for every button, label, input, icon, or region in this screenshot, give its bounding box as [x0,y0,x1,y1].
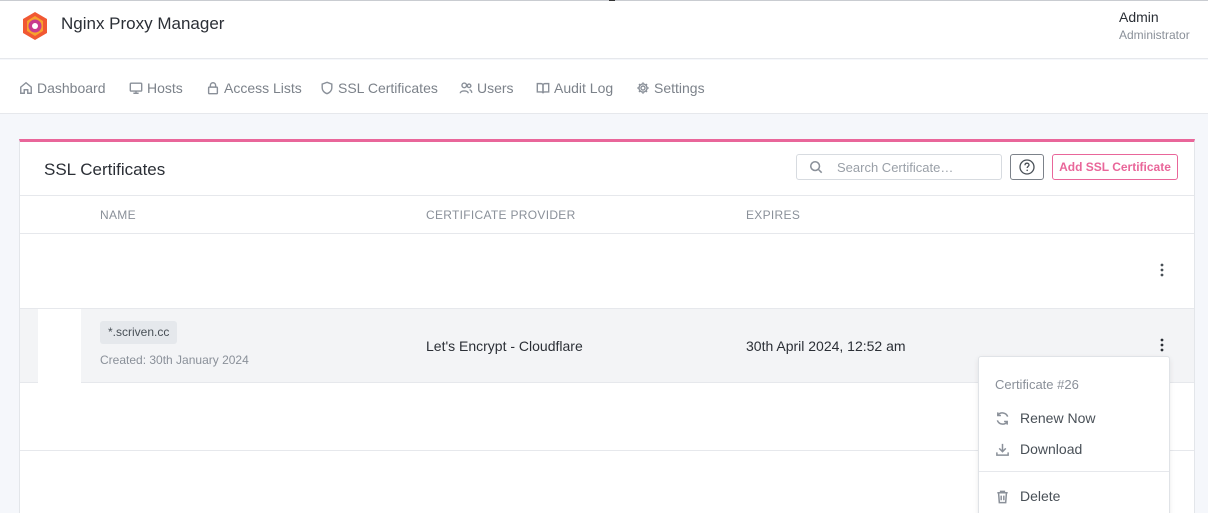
more-vertical-icon [1160,338,1164,352]
gear-icon [637,82,649,94]
main-nav: Dashboard Hosts Access Lists SSL Certifi… [0,60,1208,114]
nav-item-label: Hosts [147,80,183,96]
nav-item-access-lists[interactable]: Access Lists [206,78,302,98]
book-icon [536,82,550,94]
menu-header: Certificate #26 [995,377,1079,392]
nav-item-label: Audit Log [554,80,614,96]
nav-item-label: Users [477,80,514,96]
menu-item-label: Renew Now [1020,410,1096,426]
menu-item-delete[interactable]: Delete [995,486,1060,506]
app-title[interactable]: Nginx Proxy Manager [61,14,224,34]
nav-item-dashboard[interactable]: Dashboard [19,78,106,98]
shield-icon [321,81,333,95]
nav-item-hosts[interactable]: Hosts [129,78,183,98]
column-header-expires[interactable]: EXPIRES [746,208,800,222]
search-input[interactable] [837,159,997,175]
row-avatar-column [38,309,81,383]
menu-item-renew-now[interactable]: Renew Now [995,408,1095,428]
search-icon [809,160,823,174]
column-header-provider[interactable]: CERTIFICATE PROVIDER [426,208,576,222]
search-box[interactable] [796,154,1002,180]
nav-item-label: Settings [654,80,705,96]
menu-item-label: Delete [1020,488,1061,504]
help-icon [1019,159,1035,175]
home-icon [20,81,32,94]
nav-item-settings[interactable]: Settings [636,78,705,98]
row-menu-button[interactable] [1154,262,1170,278]
domain-tag: *.scriven.cc [100,321,178,344]
certificate-provider: Let's Encrypt - Cloudflare [426,338,583,354]
nav-item-label: Dashboard [37,80,106,96]
expiry-date: 30th April 2024, 12:52 am [746,338,906,354]
app-header: Nginx Proxy Manager Admin Administrator [0,1,1208,59]
table-header: NAME CERTIFICATE PROVIDER EXPIRES [20,195,1194,234]
user-name[interactable]: Admin [1119,9,1159,25]
row-menu-button[interactable] [1154,337,1170,353]
certificate-actions-menu: Certificate #26 Renew Now Download Delet… [978,356,1170,513]
monitor-icon [129,82,143,94]
nav-item-users[interactable]: Users [459,78,514,98]
app-logo-icon[interactable] [21,11,49,41]
lock-icon [207,82,219,95]
table-row [20,234,1194,309]
user-role: Administrator [1119,28,1190,42]
page-title: SSL Certificates [44,160,166,179]
more-vertical-icon [1160,263,1164,277]
menu-divider [979,471,1169,472]
menu-item-download[interactable]: Download [995,439,1082,459]
menu-item-label: Download [1020,441,1083,457]
created-date: Created: 30th January 2024 [100,353,249,367]
nav-item-label: Access Lists [224,80,302,96]
help-button[interactable] [1010,154,1044,180]
nav-item-label: SSL Certificates [338,80,438,96]
add-ssl-certificate-button[interactable]: Add SSL Certificate [1052,154,1178,180]
users-icon [459,82,473,94]
column-header-name[interactable]: NAME [100,208,136,222]
refresh-icon [996,411,1009,425]
trash-icon [997,490,1008,503]
download-icon [996,443,1009,456]
nav-item-ssl-certificates[interactable]: SSL Certificates [320,78,438,98]
nav-item-audit-log[interactable]: Audit Log [536,78,613,98]
